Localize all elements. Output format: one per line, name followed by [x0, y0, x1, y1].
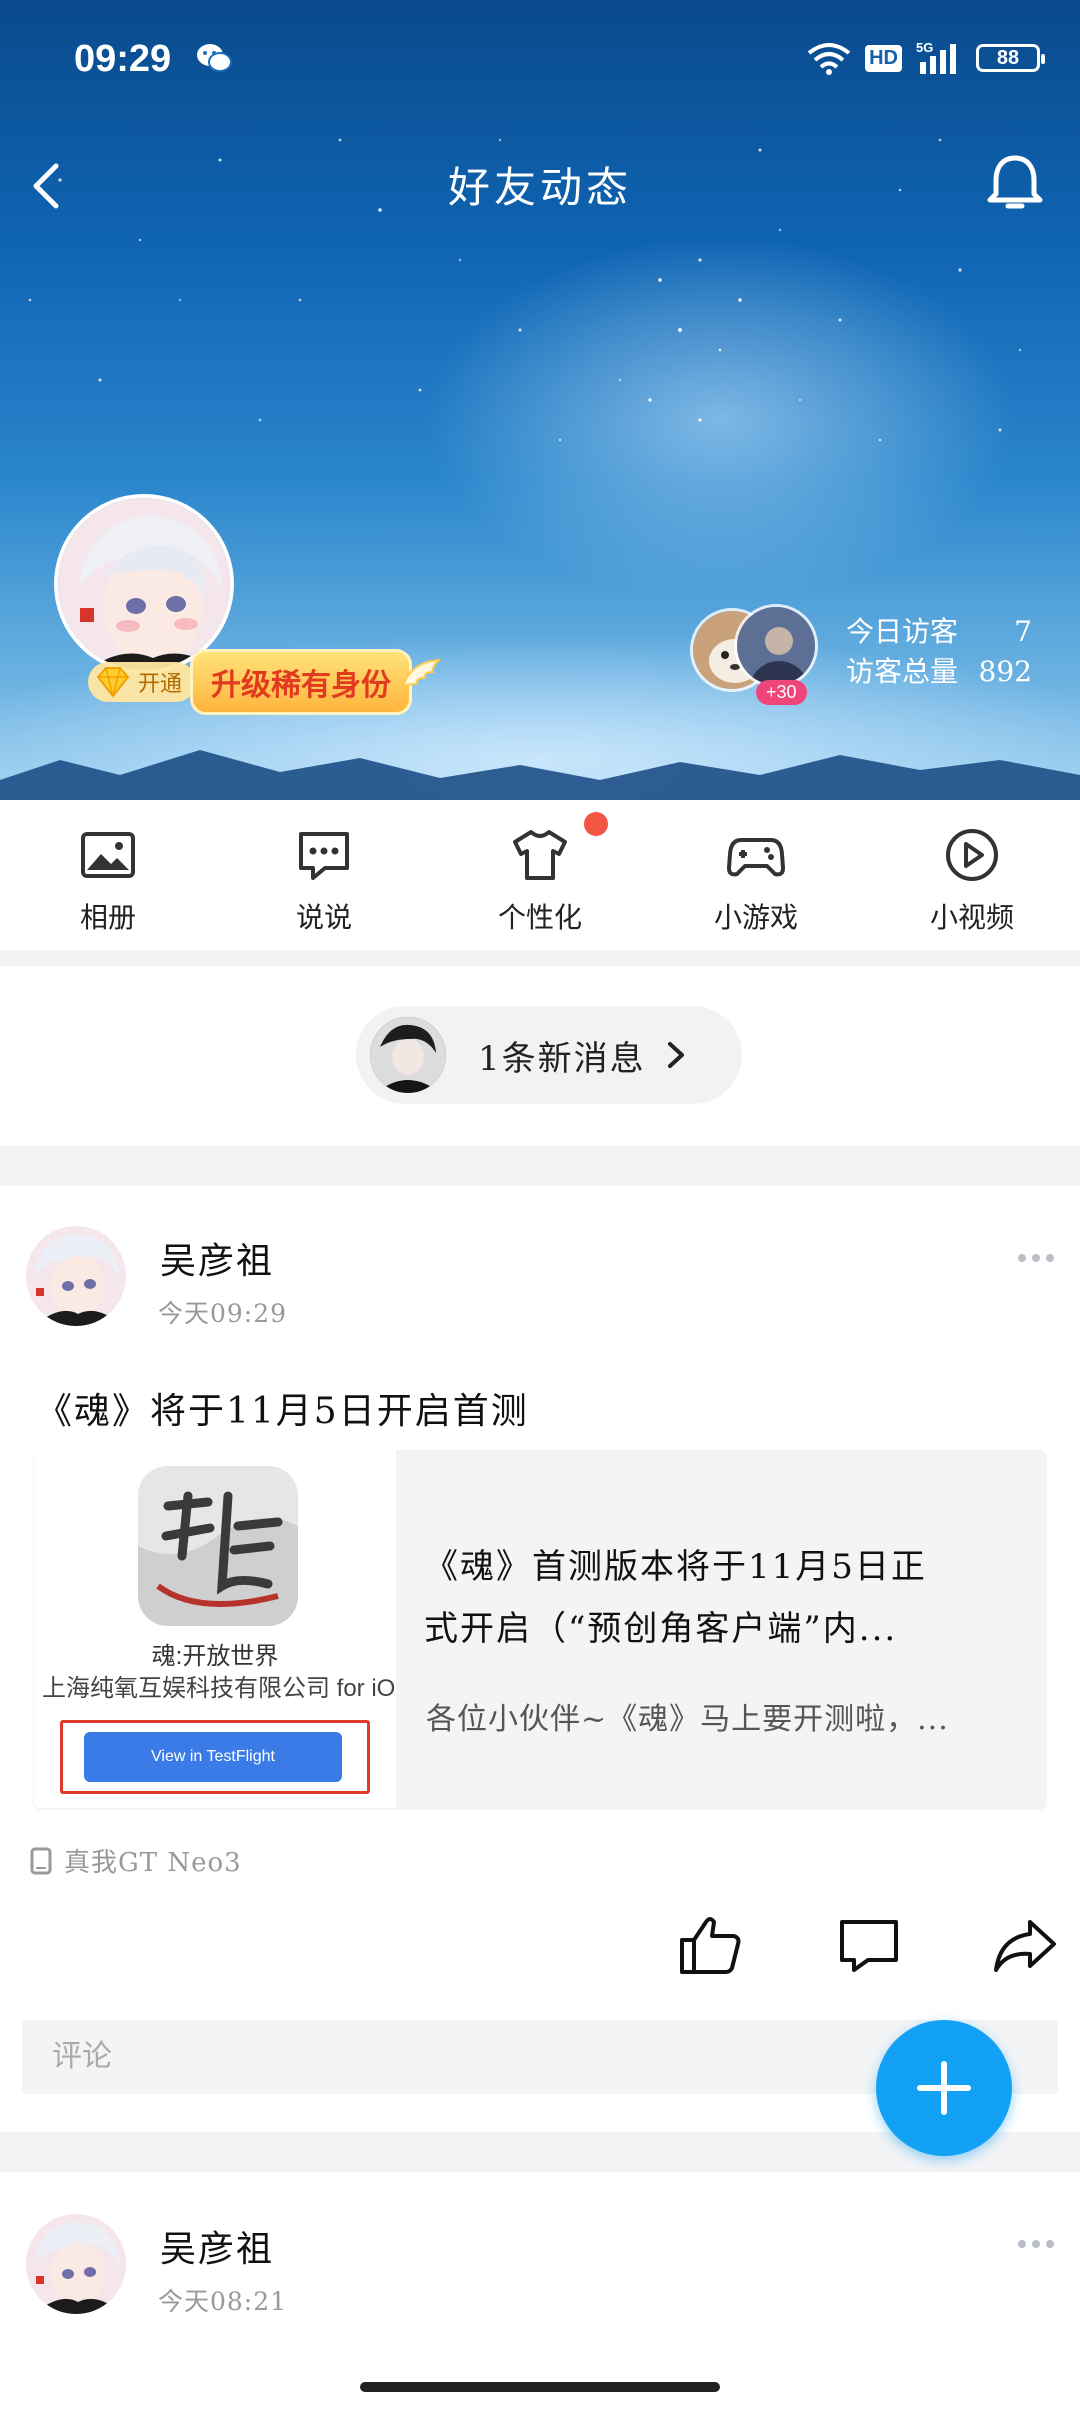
like-button[interactable]: [676, 1910, 746, 1980]
upgrade-label: 升级稀有身份: [211, 668, 392, 703]
new-badge-dot: [584, 812, 608, 836]
profile-avatar[interactable]: [54, 494, 234, 674]
menu-label: 小视频: [929, 901, 1014, 934]
add-post-button[interactable]: [876, 2020, 1012, 2156]
quick-menu: 相册 说说 个性化 小游戏 小视频: [0, 800, 1080, 950]
post-author-name[interactable]: 吴彦祖: [160, 2220, 274, 2272]
play-circle-icon: [946, 829, 998, 881]
post-actions: [0, 1910, 1080, 1990]
status-bar: 09:29 HD 5G 88: [0, 0, 1080, 120]
vip-open-button[interactable]: 开通: [88, 662, 197, 702]
testflight-button: View in TestFlight: [84, 1732, 342, 1782]
new-message-section: 1条新消息: [0, 966, 1080, 1146]
battery-icon: 88: [976, 44, 1045, 72]
total-visitors-count: 892: [978, 655, 1032, 688]
app-developer: 上海纯氧互娱科技有限公司 for iOS: [42, 1675, 396, 1702]
shared-link-card[interactable]: 魂:开放世界 上海纯氧互娱科技有限公司 for iOS View in Test…: [34, 1450, 1046, 1808]
visitors-plus-badge: +30: [756, 680, 807, 705]
more-options-icon[interactable]: [1016, 2234, 1056, 2254]
post-time: 今天08:21: [158, 2287, 288, 2316]
section-divider: [0, 950, 1080, 966]
post-author-avatar[interactable]: [26, 1226, 126, 1326]
upgrade-banner[interactable]: 开通 升级稀有身份: [88, 649, 442, 715]
menu-label: 小游戏: [713, 901, 798, 934]
photo-album-icon: [81, 832, 135, 878]
menu-item-album[interactable]: 相册: [0, 800, 216, 950]
plus-icon: [917, 2061, 971, 2115]
post-author-name[interactable]: 吴彦祖: [160, 1232, 274, 1284]
page-title: 好友动态: [447, 163, 632, 212]
device-name: 真我GT Neo3: [64, 1848, 242, 1878]
anime-avatar-image: [58, 498, 230, 670]
battery-level: 88: [996, 46, 1020, 69]
chevron-right-icon: [667, 1042, 684, 1068]
today-visitors-label: 今日访客: [846, 615, 959, 648]
hd-indicator: HD: [865, 44, 902, 72]
post-content-text: 《魂》将于11月5日开启首测: [36, 1391, 529, 1432]
link-title: 《魂》首测版本将于11月5日正 式开启（“预创角客户端”内...: [424, 1536, 1024, 1660]
menu-item-short-video[interactable]: 小视频: [864, 800, 1080, 950]
home-indicator[interactable]: [360, 2382, 720, 2392]
vip-open-label: 开通: [138, 672, 183, 697]
mountain-silhouette: [0, 750, 1080, 800]
app-name: 魂:开放世界: [151, 1643, 279, 1670]
menu-item-shuoshuo[interactable]: 说说: [216, 800, 432, 950]
post-device: 真我GT Neo3: [30, 1842, 242, 1879]
notifications-button[interactable]: [980, 148, 1050, 218]
visitor-avatar: [734, 604, 818, 688]
wing-icon: [401, 658, 442, 688]
link-title-line2: 式开启（“预创角客户端”内...: [424, 1609, 898, 1649]
comment-button[interactable]: [834, 1910, 904, 1980]
share-button[interactable]: [990, 1910, 1060, 1980]
section-divider: [0, 1146, 1080, 1186]
thumbs-up-icon: [680, 1917, 741, 1974]
menu-label: 个性化: [497, 901, 582, 934]
menu-label: 说说: [295, 901, 352, 934]
visitor-stats[interactable]: 今日访客 7 访客总量 892: [846, 612, 1032, 692]
message-sender-avatar: [370, 1017, 446, 1093]
menu-label: 相册: [79, 901, 136, 934]
chat-bubble-icon: [299, 832, 349, 880]
network-type: 5G: [916, 40, 933, 55]
share-icon: [994, 1920, 1056, 1972]
menu-item-games[interactable]: 小游戏: [648, 800, 864, 950]
recent-visitors[interactable]: +30: [690, 604, 830, 705]
diamond-icon: [96, 667, 130, 698]
status-time: 09:29: [74, 38, 172, 80]
comment-icon: [840, 1920, 898, 1972]
gamepad-icon: [727, 838, 785, 877]
link-description: 各位小伙伴~《魂》马上要开测啦，...: [426, 1702, 949, 1737]
upgrade-rare-identity-badge[interactable]: 升级稀有身份: [190, 649, 442, 715]
total-visitors-label: 访客总量: [846, 655, 959, 688]
link-thumbnail: 魂:开放世界 上海纯氧互娱科技有限公司 for iOS View in Test…: [34, 1450, 396, 1808]
bell-icon: [987, 155, 1043, 209]
new-message-text: 1条新消息: [478, 1038, 646, 1079]
top-navigation: 好友动态: [0, 130, 1080, 240]
post-time: 今天09:29: [158, 1299, 288, 1328]
wifi-icon: [807, 43, 851, 75]
menu-item-personalize[interactable]: 个性化: [432, 800, 648, 950]
new-message-button[interactable]: 1条新消息: [356, 1006, 742, 1104]
phone-icon: [30, 1847, 52, 1874]
more-options-icon[interactable]: [1016, 1248, 1056, 1268]
app-icon: [138, 1466, 298, 1626]
post-author-avatar[interactable]: [26, 2214, 126, 2314]
wechat-icon: [197, 44, 232, 72]
link-title-line1: 《魂》首测版本将于11月5日正: [424, 1547, 927, 1587]
signal-5g-icon: 5G: [916, 40, 956, 74]
today-visitors-count: 7: [1014, 615, 1032, 648]
tshirt-icon: [513, 830, 567, 880]
